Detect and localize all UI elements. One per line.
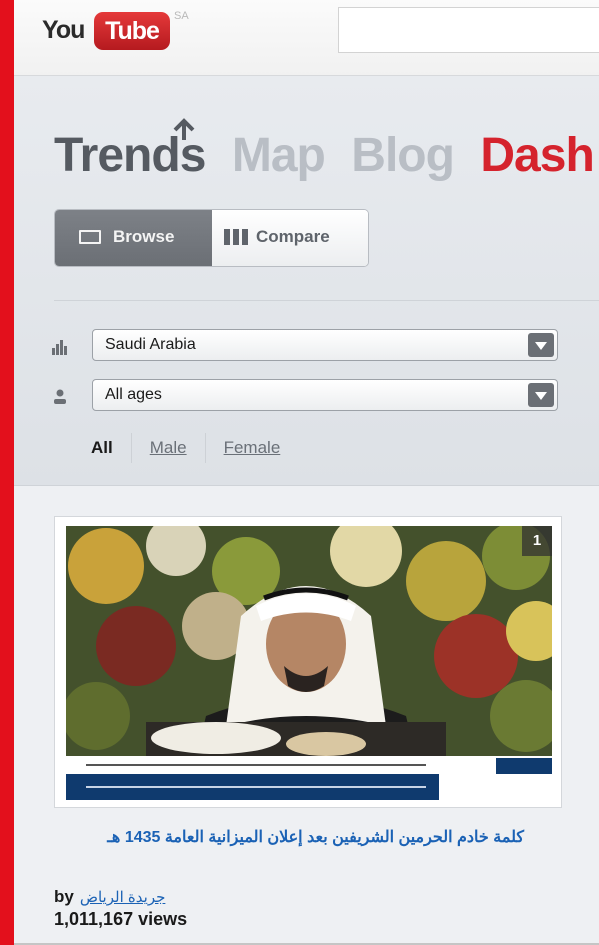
logo-tube-text: Tube [94, 12, 170, 50]
video-thumbnail-card[interactable]: 1 [54, 516, 562, 808]
main-nav: Trends Map Blog Dash [54, 118, 599, 183]
section-divider [54, 300, 599, 301]
age-select[interactable]: All ages [92, 379, 558, 411]
compare-button[interactable]: Compare [212, 210, 368, 266]
logo-you-text: You [42, 16, 85, 44]
gender-tabs: All Male Female [91, 433, 298, 463]
gender-tab-all[interactable]: All [91, 433, 131, 463]
country-value: Saudi Arabia [105, 336, 196, 353]
person-icon [54, 389, 66, 404]
country-filter-row: Saudi Arabia [14, 329, 599, 365]
nav-blog[interactable]: Blog [351, 128, 455, 183]
video-byline: by جريدة الرياض [54, 887, 165, 907]
app-frame: You Tube SA Trends Map Blog Dash Browse [14, 0, 599, 945]
search-input[interactable] [338, 7, 599, 53]
nav-dash[interactable]: Dash [480, 128, 594, 183]
bar-chart-icon [52, 340, 67, 355]
video-thumbnail[interactable]: 1 [66, 526, 552, 800]
age-filter-row: All ages [14, 379, 599, 415]
country-select[interactable]: Saudi Arabia [92, 329, 558, 361]
chevron-down-icon [528, 383, 554, 407]
video-title-link[interactable]: كلمة خادم الحرمين الشريفين بعد إعلان الم… [54, 824, 524, 852]
view-count: 1,011,167 views [54, 909, 188, 929]
gender-tab-female[interactable]: Female [204, 433, 299, 463]
logo-region: SA [174, 10, 189, 22]
compare-columns-icon [224, 229, 250, 245]
browse-window-icon [79, 230, 101, 244]
trends-dashboard: Trends Map Blog Dash Browse Compare Saud… [14, 76, 599, 486]
chevron-down-icon [528, 333, 554, 357]
rank-badge: 1 [522, 526, 552, 556]
thumbnail-image [66, 526, 552, 800]
video-list: 1 كلمة خادم الحرمين الشريفين بعد إعلان ا… [14, 487, 599, 943]
header: You Tube SA [14, 0, 599, 76]
channel-link[interactable]: جريدة الرياض [80, 889, 166, 906]
age-value: All ages [105, 386, 162, 403]
trend-arrow-icon [173, 118, 195, 140]
browse-label: Browse [113, 227, 175, 246]
view-toggle: Browse Compare [54, 209, 369, 267]
red-border [0, 0, 14, 945]
browse-button[interactable]: Browse [55, 210, 212, 266]
by-prefix: by [54, 887, 74, 906]
gender-tab-male[interactable]: Male [130, 433, 205, 463]
nav-map[interactable]: Map [232, 128, 326, 183]
compare-label: Compare [256, 227, 330, 246]
